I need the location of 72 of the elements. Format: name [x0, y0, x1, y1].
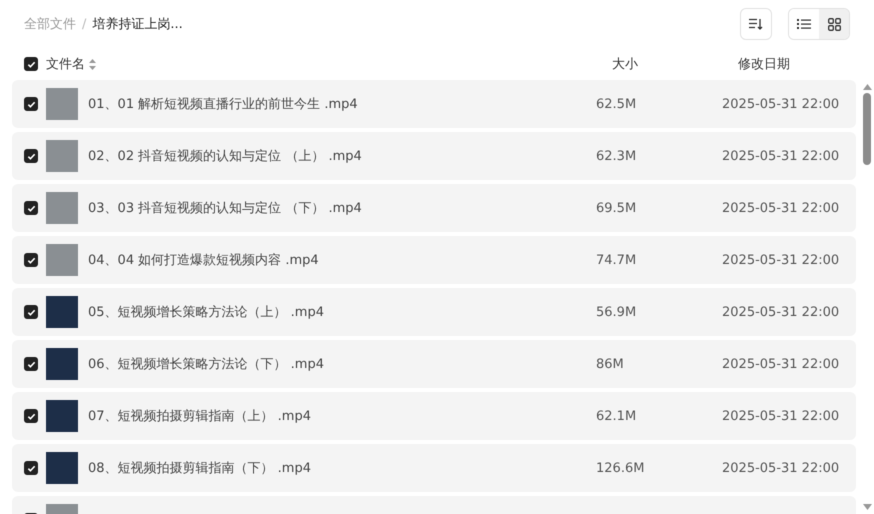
- checkbox[interactable]: [24, 201, 38, 215]
- file-row[interactable]: 05、短视频增长策略方法论（上） .mp4 56.9M 2025-05-31 22:00: [12, 288, 856, 336]
- file-size: 74.7M: [596, 252, 638, 268]
- checkbox[interactable]: [24, 409, 38, 423]
- file-size: 126.6M: [596, 460, 646, 476]
- modified-date: 2025-05-31 22:00: [722, 408, 840, 424]
- scrollbar-thumb[interactable]: [863, 93, 871, 165]
- checkbox[interactable]: [24, 357, 38, 371]
- file-row[interactable]: 08、短视频拍摄剪辑指南（下） .mp4 126.6M 2025-05-31 22:00: [12, 444, 856, 492]
- breadcrumb-separator: /: [82, 16, 86, 32]
- file-size: 56.9M: [596, 304, 638, 320]
- modified-date: 2025-05-31 22:00: [722, 304, 840, 320]
- checkbox[interactable]: [24, 57, 38, 71]
- file-size: 62.5M: [596, 96, 638, 112]
- checkbox[interactable]: [24, 461, 38, 475]
- modified-date: 2025-05-31 22:00: [722, 356, 840, 372]
- checkmark-icon: [26, 360, 36, 368]
- file-name: 01、01 解析短视频直播行业的前世今生 .mp4: [88, 96, 358, 113]
- file-name: 06、短视频增长策略方法论（下） .mp4: [88, 356, 324, 373]
- file-size: 69.5M: [596, 200, 638, 216]
- column-header: 修改日期: [738, 56, 791, 73]
- photo-placeholder: [46, 348, 78, 380]
- photo-placeholder: [46, 452, 78, 484]
- checkmark-icon: [26, 152, 36, 160]
- file-row[interactable]: 06、短视频增长策略方法论（下） .mp4 86M 2025-05-31 22:00: [12, 340, 856, 388]
- list-icon: [797, 18, 811, 30]
- file-name: 04、04 如何打造爆款短视频内容 .mp4: [88, 252, 319, 269]
- checkmark-icon: [26, 204, 36, 212]
- modified-date: 2025-05-31 22:00: [722, 148, 840, 164]
- modified-date: 2025-05-31 22:00: [722, 200, 840, 216]
- file-name: 02、02 抖音短视频的认知与定位 （上） .mp4: [88, 148, 362, 165]
- sort-button[interactable]: [740, 8, 772, 40]
- file-size: 62.3M: [596, 148, 638, 164]
- file-row[interactable]: 04、04 如何打造爆款短视频内容 .mp4 74.7M 2025-05-31 22:00: [12, 236, 856, 284]
- photo-placeholder: [46, 140, 78, 172]
- file-row[interactable]: 07、短视频拍摄剪辑指南（上） .mp4 62.1M 2025-05-31 22:00: [12, 392, 856, 440]
- checkbox[interactable]: [24, 149, 38, 163]
- file-name: 03、03 抖音短视频的认知与定位 （下） .mp4: [88, 200, 362, 217]
- column-header: 大小: [612, 56, 639, 73]
- modified-date: 2025-05-31 22:00: [722, 96, 840, 112]
- file-row[interactable]: 03、03 抖音短视频的认知与定位 （下） .mp4 69.5M 2025-05-31 22:00: [12, 184, 856, 232]
- file-row[interactable]: 02、02 抖音短视频的认知与定位 （上） .mp4 62.3M 2025-05-31 22:00: [12, 132, 856, 180]
- checkbox[interactable]: [24, 253, 38, 267]
- checkbox[interactable]: [24, 305, 38, 319]
- checkmark-icon: [26, 308, 36, 316]
- photo-placeholder: [46, 192, 78, 224]
- file-size: 62.1M: [596, 408, 638, 424]
- file-size: 86M: [596, 356, 625, 372]
- scroll-down-icon[interactable]: [862, 504, 872, 510]
- checkmark-icon: [26, 464, 36, 472]
- modified-date: 2025-05-31 22:00: [722, 252, 840, 268]
- grid-icon: [828, 18, 840, 30]
- file-name: 08、短视频拍摄剪辑指南（下） .mp4: [88, 460, 311, 477]
- checkmark-icon: [26, 412, 36, 420]
- checkmark-icon: [26, 100, 36, 108]
- checkmark-icon: [26, 60, 36, 68]
- grid-view-button[interactable]: [819, 9, 849, 39]
- file-name: 05、短视频增长策略方法论（上） .mp4: [88, 304, 324, 321]
- file-name: 07、短视频拍摄剪辑指南（上） .mp4: [88, 408, 311, 425]
- photo-placeholder: [46, 296, 78, 328]
- modified-date: 2025-05-31 22:00: [722, 460, 840, 476]
- sort-icon: [89, 58, 96, 70]
- breadcrumb-link[interactable]: 培养持证上岗...: [92, 15, 183, 33]
- scroll-up-icon[interactable]: [862, 84, 872, 90]
- file-row[interactable]: 01、01 解析短视频直播行业的前世今生 .mp4 62.5M 2025-05-31 22:00: [12, 80, 856, 128]
- photo-placeholder: [46, 88, 78, 120]
- photo-placeholder: [46, 244, 78, 276]
- photo-placeholder: [46, 400, 78, 432]
- checkmark-icon: [26, 256, 36, 264]
- checkbox[interactable]: [24, 97, 38, 111]
- column-header[interactable]: 文件名: [46, 55, 85, 73]
- sort-icon: [749, 18, 763, 30]
